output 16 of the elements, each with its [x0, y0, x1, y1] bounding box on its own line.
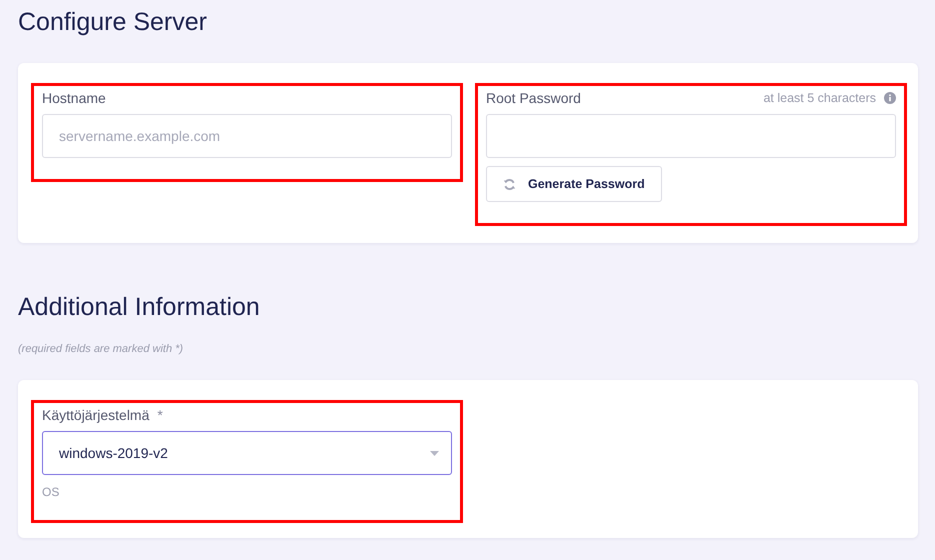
field-help-text: OS	[42, 485, 60, 499]
field-label: Käyttöjärjestelmä	[42, 407, 150, 423]
required-note: (required fields are marked with *)	[18, 343, 184, 355]
section-title: Additional Information	[18, 292, 261, 323]
dropdown-caret-icon	[430, 450, 439, 456]
required-mark: *	[157, 407, 163, 423]
hostname-field[interactable]: servername.example.com	[42, 114, 452, 158]
os-select[interactable]: windows-2019-v2	[42, 431, 452, 475]
refresh-icon	[503, 178, 516, 190]
generate-password-button[interactable]: Generate Password	[486, 166, 662, 202]
password-field[interactable]	[486, 114, 896, 158]
info-icon	[884, 92, 896, 104]
field-label: Root Password	[486, 90, 581, 106]
field-hint: at least 5 characters	[763, 91, 876, 105]
section-title: Configure Server	[18, 7, 208, 38]
field-label: Hostname	[42, 90, 106, 106]
